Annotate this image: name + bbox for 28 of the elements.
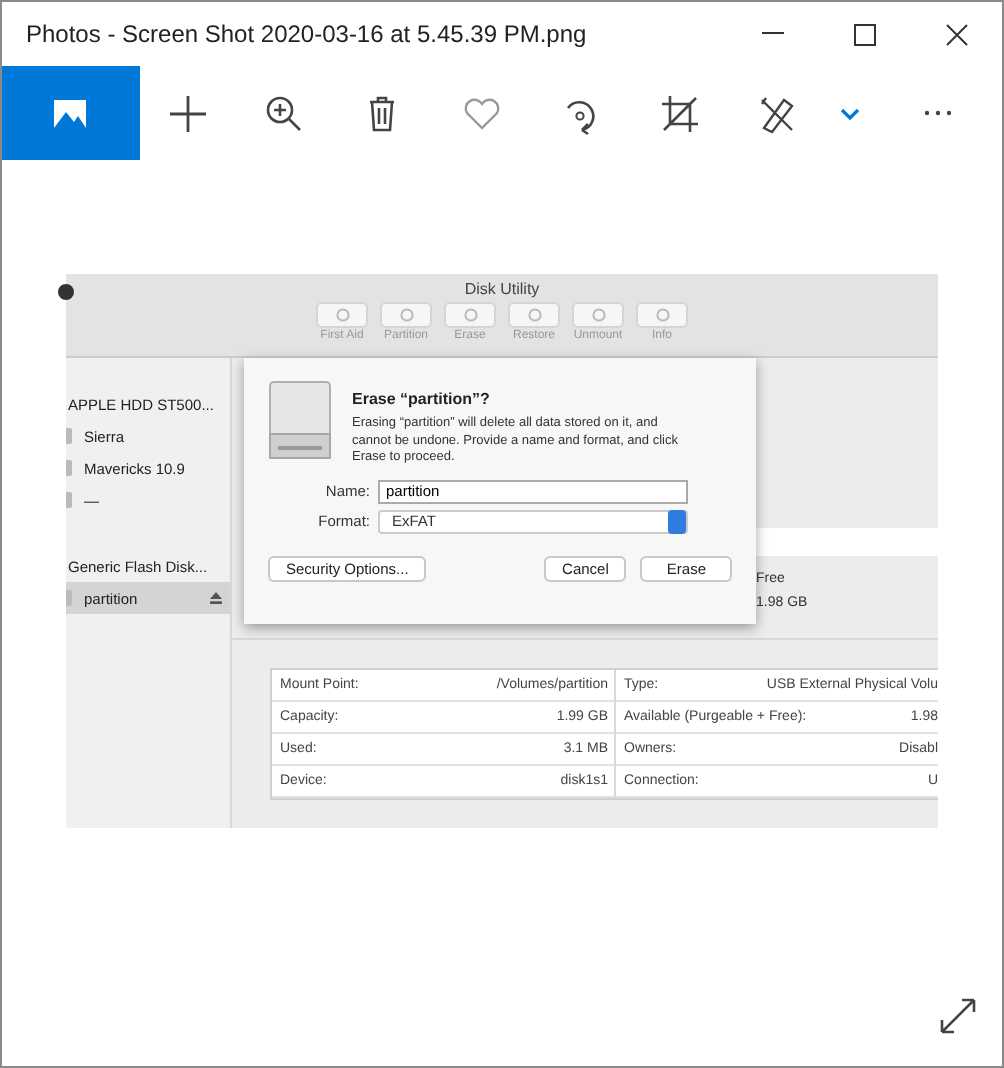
tool-button[interactable]: [572, 302, 624, 328]
tool-icon: [655, 308, 669, 322]
tool-icon: [527, 308, 541, 322]
expand-icon[interactable]: [938, 996, 978, 1036]
tool-icon: [335, 308, 349, 322]
zoom-in-icon: [261, 91, 306, 135]
more-icon: [923, 110, 952, 116]
tool-icon: [463, 308, 477, 322]
plus-icon: [165, 91, 210, 135]
tool-button[interactable]: [508, 302, 560, 328]
maximize-icon: [853, 23, 875, 45]
chevron-down-icon: [840, 107, 861, 119]
drive-icon: [268, 378, 332, 462]
app-title: Disk Utility: [464, 280, 540, 298]
tool-icon: [591, 308, 605, 322]
tool-button[interactable]: [636, 302, 688, 328]
tool-icon: [399, 308, 413, 322]
minimize-icon: [761, 32, 783, 36]
tool-button[interactable]: [444, 302, 496, 328]
crop-icon: [657, 91, 702, 135]
close-dot: [58, 284, 74, 300]
close-icon: [945, 23, 967, 45]
tool-button[interactable]: [380, 302, 432, 328]
window-title: Photos - Screen Shot 2020-03-16 at 5.45.39 PM.png: [24, 20, 589, 48]
dialog-title: Erase “partition”?: [352, 390, 492, 408]
toolbar-button[interactable]: [2, 66, 140, 160]
eject-icon[interactable]: [210, 592, 222, 604]
tool-button[interactable]: [316, 302, 368, 328]
